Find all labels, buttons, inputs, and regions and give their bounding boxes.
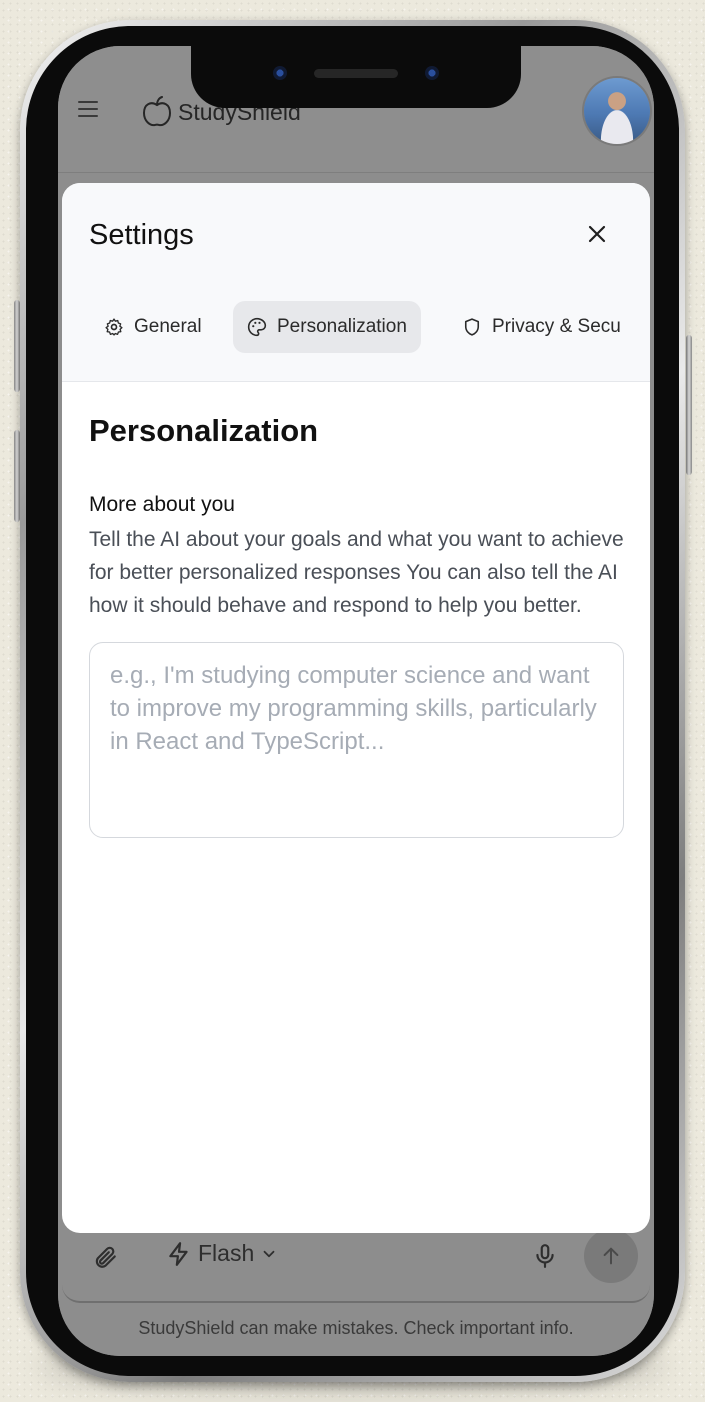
- palette-icon: [247, 317, 267, 337]
- shield-icon: [464, 318, 480, 336]
- microphone-icon[interactable]: [532, 1242, 558, 1270]
- field-label: More about you: [89, 493, 235, 516]
- menu-icon[interactable]: [78, 101, 98, 117]
- tab-privacy-label: Privacy & Secu: [492, 316, 621, 337]
- tab-privacy-security[interactable]: Privacy & Secu: [448, 301, 635, 353]
- disclaimer-text: StudyShield can make mistakes. Check imp…: [138, 1318, 574, 1338]
- apple-icon: [142, 96, 172, 127]
- settings-tabs: General Personalization Privacy & Secu: [90, 301, 650, 355]
- tab-personalization-label: Personalization: [277, 316, 407, 337]
- model-label: Flash: [198, 1240, 255, 1266]
- chevron-down-icon: [263, 1250, 275, 1257]
- camera-icon: [273, 66, 287, 80]
- about-you-textarea[interactable]: [89, 642, 624, 838]
- settings-title: Settings: [89, 219, 194, 251]
- close-icon: [588, 225, 606, 243]
- phone-side-button: [686, 335, 692, 475]
- arrow-up-icon: [603, 1247, 619, 1265]
- tab-general-label: General: [134, 316, 202, 337]
- phone-screen: StudyShield Flash StudyShield can make m…: [58, 46, 654, 1356]
- avatar[interactable]: [584, 78, 650, 144]
- paperclip-icon[interactable]: [92, 1244, 118, 1270]
- section-title: Personalization: [89, 413, 319, 448]
- tab-personalization[interactable]: Personalization: [233, 301, 421, 353]
- model-selector[interactable]: Flash: [166, 1240, 278, 1267]
- gear-icon: [105, 318, 123, 336]
- tab-general[interactable]: General: [90, 301, 216, 353]
- field-description: Tell the AI about your goals and what yo…: [89, 528, 624, 617]
- settings-dialog: Settings General Personalization Privacy…: [62, 183, 650, 1233]
- lightning-icon: [169, 1241, 188, 1266]
- camera-icon: [425, 66, 439, 80]
- phone-notch: [191, 46, 521, 108]
- settings-header: Settings General Personalization Privacy…: [62, 183, 650, 382]
- send-button[interactable]: [584, 1229, 638, 1283]
- close-button[interactable]: [582, 219, 612, 249]
- speaker-grille: [314, 69, 398, 78]
- personalization-panel: Personalization More about you Tell the …: [89, 413, 624, 843]
